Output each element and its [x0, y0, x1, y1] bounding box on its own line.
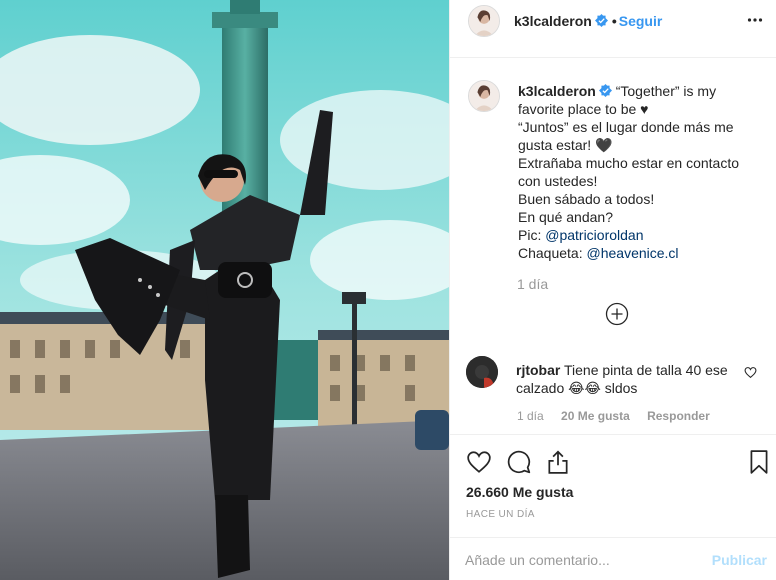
comment-item: rjtobar Tiene pinta de talla 40 ese calz…: [450, 354, 776, 423]
comment-bubble-icon[interactable]: [506, 449, 532, 475]
caption-text: k3lcalderon “Together” is my favorite pl…: [518, 82, 764, 262]
caption-line: “Juntos” es el lugar donde más me: [518, 119, 734, 135]
post-date[interactable]: HACE UN DÍA: [466, 509, 535, 520]
post-header: k3lcalderon • Seguir: [450, 0, 776, 58]
caption-username[interactable]: k3lcalderon: [518, 83, 596, 99]
jacket-credit-label: Chaqueta:: [518, 245, 587, 261]
pic-credit-label: Pic:: [518, 227, 546, 243]
follow-button[interactable]: Seguir: [619, 13, 663, 29]
verified-badge-icon: [594, 14, 608, 27]
commenter-avatar[interactable]: [466, 356, 498, 388]
add-comment-input[interactable]: [465, 548, 685, 572]
jacket-credit-mention[interactable]: @heavenice.cl: [587, 245, 679, 261]
post-panel: k3lcalderon • Seguir k3lcalderon “Together…: [449, 0, 776, 580]
caption-avatar[interactable]: [468, 80, 500, 112]
comment-text: rjtobar Tiene pinta de talla 40 ese calz…: [516, 361, 746, 397]
comment-line: calzado 😂😂 sldos: [516, 380, 638, 396]
author-avatar[interactable]: [468, 5, 500, 37]
comment-line: Tiene pinta de talla 40 ese: [563, 362, 728, 378]
caption-line: Buen sábado a todos!: [518, 191, 655, 207]
commenter-username[interactable]: rjtobar: [516, 362, 560, 378]
comment-like-heart-icon[interactable]: [744, 366, 757, 379]
caption-time[interactable]: 1 día: [517, 276, 548, 292]
comment-meta: 1 día 20 Me gusta Responder: [517, 409, 724, 423]
post-actions: 26.660 Me gusta HACE UN DÍA Publicar: [450, 434, 776, 580]
more-options-icon[interactable]: [747, 12, 763, 28]
likes-count[interactable]: 26.660 Me gusta: [466, 484, 573, 500]
publish-button[interactable]: Publicar: [712, 552, 767, 568]
caption-line: “Together” is my: [615, 83, 717, 99]
caption-line: favorite place to be ♥: [518, 101, 649, 117]
pic-credit-mention[interactable]: @patricioroldan: [545, 227, 643, 243]
load-more-comments-icon[interactable]: [605, 302, 629, 326]
comment-likes[interactable]: 20 Me gusta: [561, 409, 630, 423]
caption-line: gusta estar! 🖤: [518, 137, 613, 153]
header-separator: •: [611, 13, 617, 29]
caption-line: En qué andan?: [518, 209, 613, 225]
caption-line: Extrañaba mucho estar en contacto: [518, 155, 740, 171]
add-comment-bar: Publicar: [450, 537, 776, 580]
verified-badge-icon: [598, 84, 612, 97]
comment-time[interactable]: 1 día: [517, 409, 544, 423]
author-username[interactable]: k3lcalderon: [514, 13, 592, 29]
reply-button[interactable]: Responder: [647, 409, 710, 423]
save-bookmark-icon[interactable]: [746, 449, 772, 475]
caption-line: con ustedes!: [518, 173, 598, 189]
post-photo[interactable]: [0, 0, 449, 580]
like-heart-icon[interactable]: [466, 449, 492, 475]
share-icon[interactable]: [545, 449, 571, 475]
